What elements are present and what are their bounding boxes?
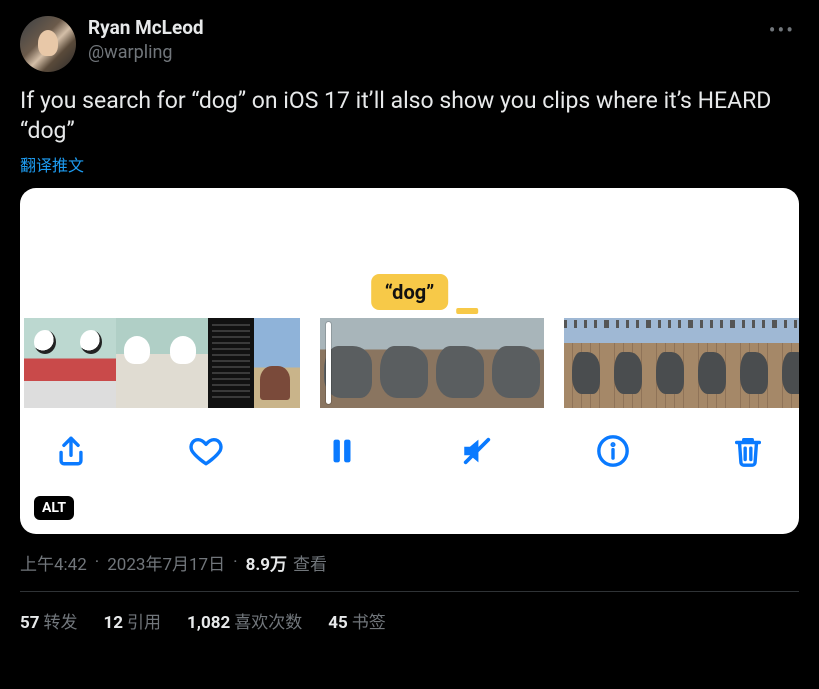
thumbnail[interactable]	[648, 318, 690, 408]
tweet-container: Ryan McLeod @warpling ••• If you search …	[0, 0, 819, 643]
likes-value: 1,082	[187, 613, 230, 633]
media-toolbar	[20, 408, 799, 468]
author-names[interactable]: Ryan McLeod @warpling	[88, 16, 765, 64]
time[interactable]: 上午4:42	[20, 550, 87, 575]
thumbnail[interactable]	[732, 318, 774, 408]
handle: @warpling	[88, 41, 765, 64]
thumbnail[interactable]	[606, 318, 648, 408]
thumbnail[interactable]	[162, 318, 208, 408]
heart-icon[interactable]	[189, 434, 223, 468]
retweets-stat[interactable]: 57转发	[20, 608, 78, 633]
thumbnail[interactable]	[564, 318, 606, 408]
search-pill: “dog”	[371, 274, 449, 310]
stats-row: 57转发 12引用 1,082喜欢次数 45书签	[20, 592, 799, 633]
thumbnail[interactable]	[116, 318, 162, 408]
thumbnail[interactable]	[488, 318, 544, 408]
meta-row: 上午4:42 · 2023年7月17日 · 8.9万 查看	[20, 550, 799, 592]
thumbnail[interactable]	[24, 318, 70, 408]
bookmarks-label: 书签	[352, 613, 386, 633]
thumbnail[interactable]	[70, 318, 116, 408]
clip-group-right[interactable]	[564, 318, 799, 408]
avatar[interactable]	[20, 16, 76, 72]
clip-group-center[interactable]	[320, 318, 544, 408]
thumbnail[interactable]	[254, 318, 300, 408]
views-value: 8.9万	[246, 550, 287, 575]
thumbnail[interactable]	[320, 318, 376, 408]
quotes-stat[interactable]: 12引用	[104, 608, 162, 633]
likes-label: 喜欢次数	[234, 613, 302, 633]
media-card[interactable]: “dog”	[20, 188, 799, 534]
filmstrip[interactable]	[20, 318, 799, 408]
media-top: “dog”	[20, 188, 799, 318]
separator: ·	[95, 552, 99, 572]
tweet-text: If you search for “dog” on iOS 17 it’ll …	[20, 86, 799, 146]
translate-link[interactable]: 翻译推文	[20, 152, 84, 176]
date[interactable]: 2023年7月17日	[107, 550, 225, 575]
display-name: Ryan McLeod	[88, 16, 765, 41]
thumbnail[interactable]	[690, 318, 732, 408]
thumbnail[interactable]	[432, 318, 488, 408]
thumbnail[interactable]	[208, 318, 254, 408]
bookmarks-stat[interactable]: 45书签	[328, 608, 386, 633]
tweet-header: Ryan McLeod @warpling •••	[20, 16, 799, 72]
thumbnail[interactable]	[774, 318, 799, 408]
more-icon[interactable]: •••	[765, 16, 799, 44]
retweets-label: 转发	[44, 613, 78, 633]
likes-stat[interactable]: 1,082喜欢次数	[187, 608, 302, 633]
separator: ·	[233, 552, 237, 572]
trash-icon[interactable]	[731, 434, 765, 468]
quotes-label: 引用	[127, 613, 161, 633]
mute-icon[interactable]	[460, 434, 494, 468]
bookmarks-value: 45	[328, 613, 348, 633]
thumbnail[interactable]	[376, 318, 432, 408]
pause-icon[interactable]	[325, 434, 359, 468]
clip-group-left[interactable]	[24, 318, 300, 408]
retweets-value: 57	[20, 613, 40, 633]
quotes-value: 12	[104, 613, 124, 633]
share-icon[interactable]	[54, 434, 88, 468]
views-label: 查看	[293, 550, 327, 575]
info-icon[interactable]	[596, 434, 630, 468]
alt-badge[interactable]: ALT	[34, 496, 74, 520]
